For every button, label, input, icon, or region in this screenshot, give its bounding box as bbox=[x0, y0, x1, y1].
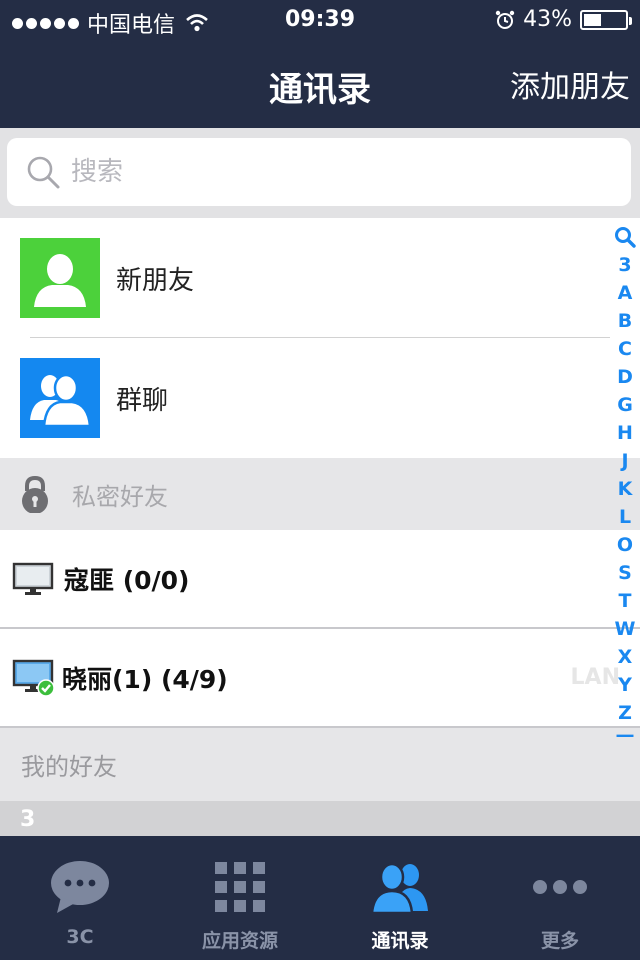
more-dots-icon bbox=[533, 880, 587, 894]
index-letter[interactable]: — bbox=[616, 726, 635, 747]
index-letter[interactable]: A bbox=[618, 279, 633, 307]
search-input[interactable] bbox=[71, 157, 571, 187]
add-friend-button[interactable]: 添加朋友 bbox=[510, 62, 630, 106]
tab-label: 通讯录 bbox=[371, 930, 429, 952]
lock-icon bbox=[22, 475, 48, 513]
contacts-icon bbox=[370, 862, 428, 913]
index-letter[interactable]: Y bbox=[618, 671, 632, 699]
group-name: 寇匪 (0/0) bbox=[64, 565, 190, 595]
index-letter[interactable]: O bbox=[617, 531, 633, 559]
new-friend-row[interactable]: 新朋友 bbox=[0, 218, 610, 338]
contacts-list: 新朋友 群聊 私密好友 寇匪 (0/0) 晓丽(1) (4/9) LAN 我的好… bbox=[0, 218, 640, 837]
group-chat-label: 群聊 bbox=[116, 385, 169, 416]
index-letter[interactable]: H bbox=[617, 419, 633, 447]
alarm-icon bbox=[495, 10, 515, 29]
monitor-online-icon bbox=[12, 659, 55, 697]
tab-bar: 3C 应用资源 通讯录 更多 bbox=[0, 836, 640, 960]
group-name: 晓丽(1) (4/9) bbox=[62, 664, 228, 694]
group-row[interactable]: 寇匪 (0/0) bbox=[0, 530, 640, 629]
group-icon bbox=[30, 373, 92, 426]
search-box[interactable] bbox=[7, 138, 631, 206]
new-friend-label: 新朋友 bbox=[116, 265, 195, 296]
monitor-icon bbox=[12, 562, 54, 595]
group-chat-row[interactable]: 群聊 bbox=[0, 338, 610, 458]
index-letter[interactable]: T bbox=[619, 587, 632, 615]
battery-icon bbox=[580, 9, 632, 30]
index-letter[interactable]: S bbox=[618, 559, 632, 587]
index-letter[interactable]: B bbox=[618, 307, 632, 335]
index-letter[interactable]: C bbox=[618, 335, 632, 363]
person-icon bbox=[34, 254, 86, 307]
tab-label: 应用资源 bbox=[201, 930, 278, 952]
index-letter[interactable]: K bbox=[618, 475, 633, 503]
tab-3c[interactable]: 3C bbox=[0, 836, 160, 960]
battery-percent: 43% bbox=[523, 7, 572, 32]
index-letter[interactable]: L bbox=[619, 503, 631, 531]
tab-app-resources[interactable]: 应用资源 bbox=[160, 836, 320, 960]
new-friend-avatar bbox=[20, 238, 100, 318]
search-icon[interactable] bbox=[614, 226, 636, 248]
chat-bubble-icon bbox=[51, 861, 109, 913]
index-letter[interactable]: 3 bbox=[618, 251, 631, 279]
index-letter[interactable]: W bbox=[615, 615, 636, 643]
search-area bbox=[0, 128, 640, 218]
tab-label: 3C bbox=[66, 926, 94, 948]
alphabet-index[interactable]: 3 A B C D G H J K L O S T W X Y Z — bbox=[610, 226, 640, 747]
index-letter[interactable]: Z bbox=[618, 699, 632, 727]
index-section-header: 3 bbox=[0, 801, 640, 837]
my-friends-section[interactable]: 我的好友 bbox=[0, 728, 640, 801]
index-letter[interactable]: D bbox=[617, 363, 633, 391]
app-grid-icon bbox=[215, 862, 265, 912]
search-icon bbox=[27, 156, 60, 189]
tab-label: 更多 bbox=[540, 930, 579, 952]
nav-bar: 通讯录 添加朋友 bbox=[0, 40, 640, 128]
group-row[interactable]: 晓丽(1) (4/9) LAN bbox=[0, 629, 640, 728]
index-letter[interactable]: X bbox=[618, 643, 633, 671]
private-friends-label: 私密好友 bbox=[72, 482, 168, 511]
index-letter[interactable]: G bbox=[617, 391, 633, 419]
my-friends-label: 我的好友 bbox=[21, 753, 117, 781]
status-bar: 中国电信 09:39 43% bbox=[0, 0, 640, 40]
tab-contacts[interactable]: 通讯录 bbox=[320, 836, 480, 960]
tab-more[interactable]: 更多 bbox=[480, 836, 640, 960]
group-chat-avatar bbox=[20, 358, 100, 438]
private-friends-section[interactable]: 私密好友 bbox=[0, 458, 640, 530]
index-letter[interactable]: J bbox=[621, 447, 628, 475]
